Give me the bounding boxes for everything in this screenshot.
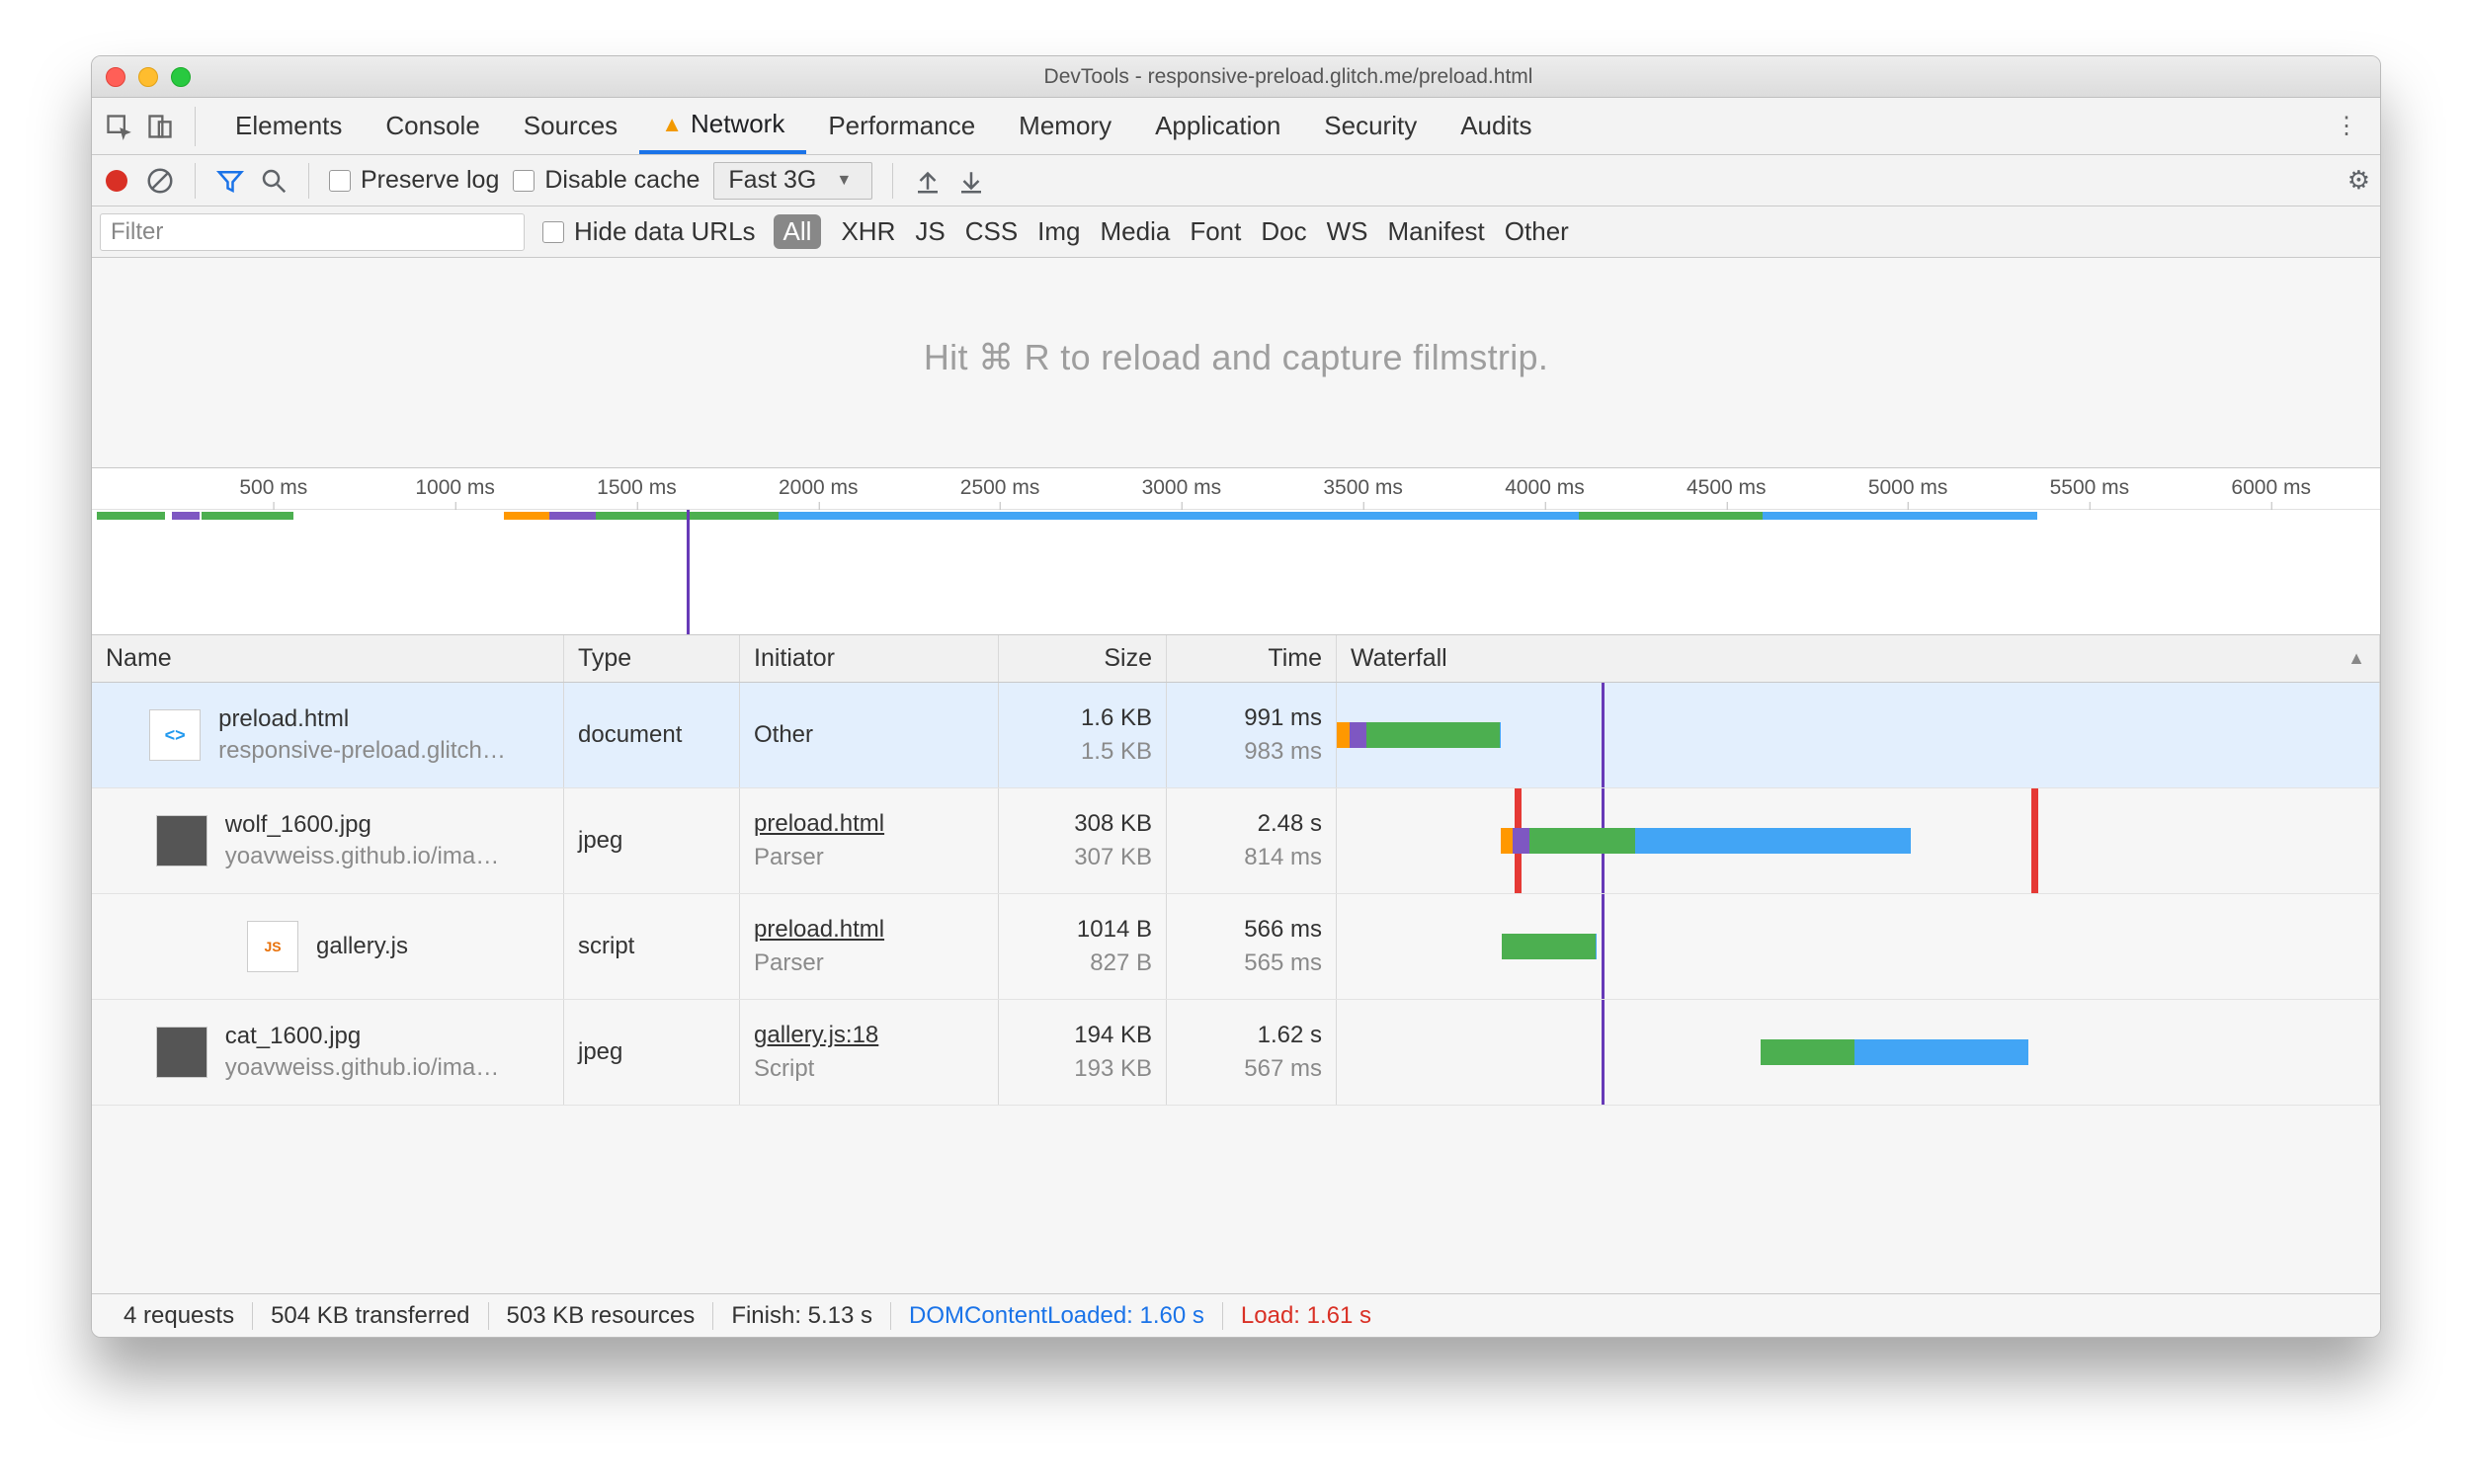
timeline-tick: 5000 ms <box>1868 476 1948 500</box>
network-toolbar: Preserve log Disable cache Fast 3G▼ ⚙ <box>92 155 2380 206</box>
filter-type-manifest[interactable]: Manifest <box>1388 216 1485 247</box>
tab-sources[interactable]: Sources <box>502 98 639 154</box>
filter-type-font[interactable]: Font <box>1190 216 1241 247</box>
settings-icon[interactable]: ⚙ <box>2347 165 2370 196</box>
minimize-window-button[interactable] <box>138 67 158 87</box>
timeline-tick: 3500 ms <box>1323 476 1403 500</box>
sb-transferred: 504 KB transferred <box>253 1302 488 1330</box>
timeline-overview[interactable]: 500 ms 1000 ms 1500 ms 2000 ms 2500 ms 3000 m… <box>92 467 2380 635</box>
dcl-marker <box>1602 683 1605 787</box>
chevron-down-icon: ▼ <box>836 172 852 190</box>
timeline-overview-graph <box>92 510 2380 634</box>
timeline-tick: 4500 ms <box>1687 476 1767 500</box>
timeline-tick: 1000 ms <box>415 476 495 500</box>
filter-type-media[interactable]: Media <box>1101 216 1171 247</box>
filter-type-all[interactable]: All <box>774 214 822 249</box>
timeline-tick: 2000 ms <box>779 476 859 500</box>
filter-type-other[interactable]: Other <box>1505 216 1569 247</box>
clear-icon[interactable] <box>145 166 175 196</box>
file-type-icon <box>156 1027 207 1078</box>
timeline-tick: 2500 ms <box>960 476 1040 500</box>
timeline-tick: 1500 ms <box>597 476 677 500</box>
inspect-element-icon[interactable] <box>102 110 135 143</box>
tab-network[interactable]: ▲Network <box>639 98 806 154</box>
requests-table-header: Name Type Initiator Size Time Waterfall▲ <box>92 635 2380 683</box>
close-window-button[interactable] <box>106 67 125 87</box>
upload-har-icon[interactable] <box>913 166 943 196</box>
column-name[interactable]: Name <box>92 635 564 682</box>
column-size[interactable]: Size <box>999 635 1167 682</box>
tab-memory[interactable]: Memory <box>997 98 1133 154</box>
timeline-tick: 500 ms <box>239 476 307 500</box>
filter-type-img[interactable]: Img <box>1037 216 1080 247</box>
requests-table-body: <>preload.htmlresponsive-preload.glitch…… <box>92 683 2380 1106</box>
timeline-tick: 3000 ms <box>1142 476 1222 500</box>
table-row[interactable]: wolf_1600.jpgyoavweiss.github.io/ima…jpe… <box>92 788 2380 894</box>
column-initiator[interactable]: Initiator <box>740 635 999 682</box>
sb-requests: 4 requests <box>106 1302 253 1330</box>
sb-load: Load: 1.61 s <box>1223 1302 1389 1330</box>
column-waterfall[interactable]: Waterfall▲ <box>1337 635 2380 682</box>
throttling-select[interactable]: Fast 3G▼ <box>713 162 872 200</box>
tab-console[interactable]: Console <box>364 98 501 154</box>
traffic-lights <box>106 67 191 87</box>
filter-bar: Filter Hide data URLs All XHR JS CSS Img Medi… <box>92 206 2380 258</box>
column-type[interactable]: Type <box>564 635 740 682</box>
sb-finish: Finish: 5.13 s <box>713 1302 891 1330</box>
tab-elements[interactable]: Elements <box>213 98 364 154</box>
dcl-marker <box>1602 1000 1605 1105</box>
file-type-icon: JS <box>247 921 298 972</box>
record-button[interactable] <box>102 166 131 196</box>
timeline-tick: 4000 ms <box>1505 476 1585 500</box>
sb-domcontentloaded: DOMContentLoaded: 1.60 s <box>891 1302 1223 1330</box>
tab-performance[interactable]: Performance <box>806 98 997 154</box>
device-toolbar-icon[interactable] <box>143 110 177 143</box>
window-title: DevTools - responsive-preload.glitch.me/… <box>210 65 2366 89</box>
tab-audits[interactable]: Audits <box>1439 98 1553 154</box>
filter-icon[interactable] <box>215 166 245 196</box>
disable-cache-checkbox[interactable]: Disable cache <box>513 166 700 195</box>
filter-type-doc[interactable]: Doc <box>1261 216 1306 247</box>
filter-type-js[interactable]: JS <box>915 216 945 247</box>
devtools-window: DevTools - responsive-preload.glitch.me/… <box>91 55 2381 1338</box>
sb-resources: 503 KB resources <box>489 1302 714 1330</box>
more-options-icon[interactable]: ⋮ <box>2323 112 2370 140</box>
filter-type-css[interactable]: CSS <box>965 216 1018 247</box>
sort-indicator-icon: ▲ <box>2347 648 2365 669</box>
table-row[interactable]: JSgallery.jsscriptpreload.htmlParser1014… <box>92 894 2380 1000</box>
timeline-tick: 6000 ms <box>2231 476 2311 500</box>
table-row[interactable]: cat_1600.jpgyoavweiss.github.io/ima…jpeg… <box>92 1000 2380 1106</box>
column-time[interactable]: Time <box>1167 635 1337 682</box>
file-type-icon <box>156 815 207 866</box>
dcl-marker <box>1602 894 1605 999</box>
filter-input[interactable]: Filter <box>100 213 525 251</box>
filter-type-ws[interactable]: WS <box>1327 216 1368 247</box>
divider <box>195 107 196 146</box>
search-icon[interactable] <box>259 166 288 196</box>
table-row[interactable]: <>preload.htmlresponsive-preload.glitch…… <box>92 683 2380 788</box>
filter-type-xhr[interactable]: XHR <box>841 216 895 247</box>
warning-icon: ▲ <box>661 112 683 137</box>
zoom-window-button[interactable] <box>171 67 191 87</box>
filmstrip-hint: Hit ⌘ R to reload and capture filmstrip. <box>92 258 2380 467</box>
file-type-icon: <> <box>149 709 201 761</box>
tab-application[interactable]: Application <box>1133 98 1302 154</box>
tab-security[interactable]: Security <box>1302 98 1439 154</box>
window-titlebar: DevTools - responsive-preload.glitch.me/… <box>92 56 2380 98</box>
hide-data-urls-checkbox[interactable]: Hide data URLs <box>542 216 756 247</box>
download-har-icon[interactable] <box>956 166 986 196</box>
timeline-ruler: 500 ms 1000 ms 1500 ms 2000 ms 2500 ms 3000 m… <box>92 468 2380 510</box>
timeline-tick: 5500 ms <box>2050 476 2130 500</box>
dom-content-loaded-marker <box>687 510 690 634</box>
panel-tabs: ElementsConsoleSources▲NetworkPerformanc… <box>92 98 2380 155</box>
status-bar: 4 requests 504 KB transferred 503 KB res… <box>92 1293 2380 1337</box>
preserve-log-checkbox[interactable]: Preserve log <box>329 166 499 195</box>
